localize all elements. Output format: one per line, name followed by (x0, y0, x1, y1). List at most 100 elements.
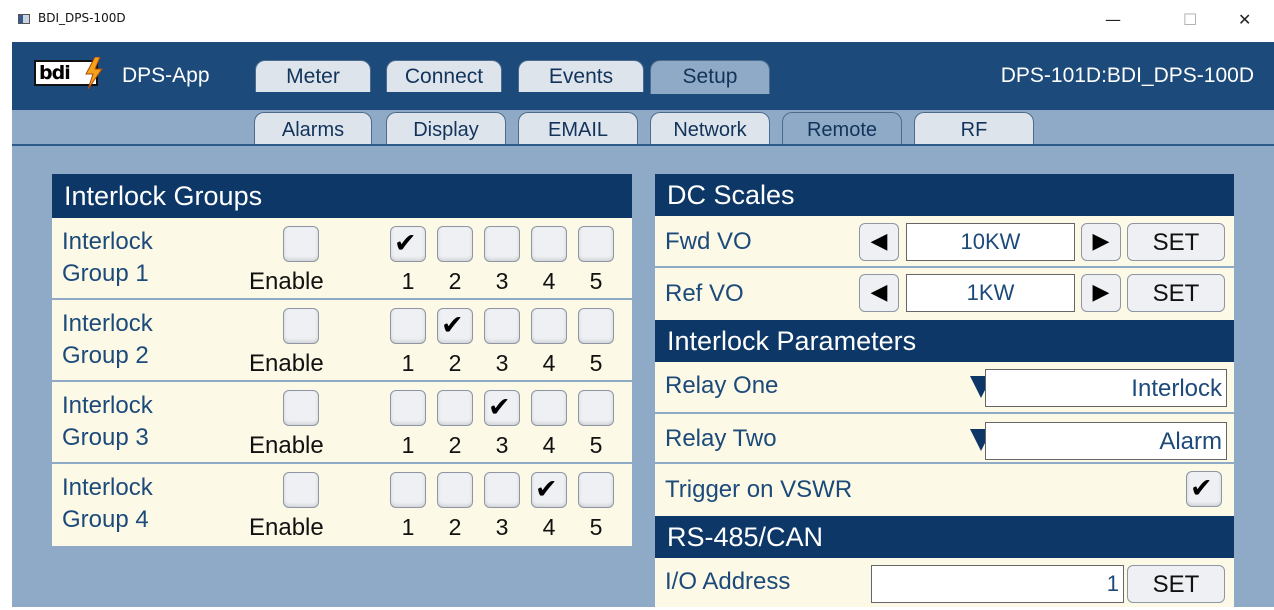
enable-label: Enable (249, 350, 324, 377)
subtab-remote[interactable]: Remote (782, 112, 902, 144)
interlock-parameters-title: Interlock Parameters (655, 320, 1234, 362)
rs485-can-title: RS-485/CAN (655, 516, 1234, 558)
ref-vo-set-button[interactable]: SET (1127, 274, 1225, 312)
interlock-member-checkbox-5[interactable] (578, 308, 614, 344)
device-name: DPS-101D:BDI_DPS-100D (1000, 64, 1254, 87)
subtab-display[interactable]: Display (386, 112, 506, 144)
interlock-member-checkbox-5[interactable] (578, 390, 614, 426)
io-address-set-button[interactable]: SET (1127, 565, 1225, 603)
dc-scales-title: DC Scales (655, 174, 1234, 216)
fwd-vo-row: Fwd VO ◀ 10KW ▶ SET (655, 216, 1234, 268)
relay-one-select[interactable]: Interlock (985, 369, 1227, 407)
relay-two-select[interactable]: Alarm (985, 422, 1227, 460)
interlock-member-number: 5 (589, 350, 603, 376)
interlock-member-checkbox-2[interactable] (437, 390, 473, 426)
tab-connect[interactable]: Connect (386, 60, 502, 92)
trigger-vswr-checkbox[interactable]: ✔ (1186, 471, 1222, 507)
interlock-member-checkbox-1[interactable] (390, 308, 426, 344)
check-icon: ✔ (394, 228, 417, 259)
interlock-member-checkbox-1[interactable] (390, 390, 426, 426)
subtab-alarms[interactable]: Alarms (254, 112, 372, 144)
interlock-member-checkbox-5[interactable] (578, 472, 614, 508)
interlock-member-checkbox-3[interactable] (484, 308, 520, 344)
interlock-member-number: 5 (589, 514, 603, 540)
interlock-member-checkbox-3[interactable] (484, 226, 520, 262)
interlock-member-number: 4 (542, 432, 556, 458)
tab-setup[interactable]: Setup (650, 60, 770, 94)
interlock-member-checkbox-4[interactable]: ✔ (531, 472, 567, 508)
sub-navigation: Alarms Display EMAIL Network Remote RF (12, 110, 1274, 146)
interlock-group-row: Interlock Group 1 Enable ✔ 1 2 3 4 5 (52, 218, 632, 300)
interlock-member-checkbox-1[interactable] (390, 472, 426, 508)
interlock-member-number: 1 (401, 514, 415, 540)
interlock-member-checkbox-3[interactable] (484, 472, 520, 508)
interlock-member-checkbox-1[interactable]: ✔ (390, 226, 426, 262)
content-area: Interlock Groups Interlock Group 1 Enable ✔… (12, 146, 1274, 607)
io-address-label: I/O Address (665, 568, 791, 595)
maximize-icon[interactable]: ☐ (1183, 6, 1197, 34)
fwd-vo-increase-button[interactable]: ▶ (1081, 223, 1121, 261)
interlock-group-enable-checkbox[interactable] (283, 390, 319, 426)
ref-vo-decrease-button[interactable]: ◀ (859, 274, 899, 312)
interlock-member-number: 5 (589, 268, 603, 294)
interlock-group-row: Interlock Group 3 Enable 1 2 ✔ 3 4 5 (52, 382, 632, 464)
interlock-member-number: 1 (401, 350, 415, 376)
fwd-vo-decrease-button[interactable]: ◀ (859, 223, 899, 261)
subtab-network[interactable]: Network (650, 112, 770, 144)
interlock-member-checkbox-2[interactable] (437, 226, 473, 262)
interlock-member-checkbox-4[interactable] (531, 308, 567, 344)
interlock-member-checkbox-4[interactable] (531, 226, 567, 262)
interlock-group-enable-checkbox[interactable] (283, 308, 319, 344)
interlock-member-checkbox-5[interactable] (578, 226, 614, 262)
app-name: DPS-App (122, 64, 210, 87)
interlock-member-number: 2 (448, 432, 462, 458)
interlock-member-number: 2 (448, 514, 462, 540)
interlock-groups-title: Interlock Groups (52, 174, 632, 218)
check-icon: ✔ (488, 392, 511, 423)
interlock-group-enable-checkbox[interactable] (283, 472, 319, 508)
interlock-member-number: 3 (495, 432, 509, 458)
window-titlebar: BDI_DPS-100D — ☐ ✕ (0, 0, 1274, 42)
interlock-member-number: 2 (448, 350, 462, 376)
subtab-rf[interactable]: RF (914, 112, 1034, 144)
interlock-groups-panel: Interlock Groups Interlock Group 1 Enable ✔… (52, 174, 632, 546)
interlock-group-row: Interlock Group 4 Enable 1 2 3 ✔ 4 5 (52, 464, 632, 546)
interlock-member-number: 4 (542, 514, 556, 540)
interlock-member-number: 4 (542, 268, 556, 294)
close-icon[interactable]: ✕ (1238, 6, 1251, 34)
tab-meter[interactable]: Meter (255, 60, 371, 92)
fwd-vo-set-button[interactable]: SET (1127, 223, 1225, 261)
interlock-member-number: 3 (495, 350, 509, 376)
ref-vo-row: Ref VO ◀ 1KW ▶ SET (655, 268, 1234, 320)
relay-one-row: Relay One Interlock (655, 362, 1234, 414)
enable-label: Enable (249, 268, 324, 295)
enable-label: Enable (249, 514, 324, 541)
check-icon: ✔ (441, 310, 464, 341)
lightning-bolt-icon (85, 57, 103, 89)
interlock-member-checkbox-2[interactable]: ✔ (437, 308, 473, 344)
interlock-group-label-line2: Group 2 (62, 342, 149, 369)
ref-vo-label: Ref VO (665, 280, 744, 307)
ref-vo-increase-button[interactable]: ▶ (1081, 274, 1121, 312)
io-address-input[interactable]: 1 (871, 565, 1124, 603)
relay-two-row: Relay Two Alarm (655, 414, 1234, 464)
interlock-group-label-line2: Group 1 (62, 260, 149, 287)
interlock-group-enable-checkbox[interactable] (283, 226, 319, 262)
io-address-row: I/O Address 1 SET (655, 558, 1234, 610)
interlock-group-label-line1: Interlock (62, 310, 153, 337)
ref-vo-value: 1KW (906, 274, 1075, 312)
app-window-icon (18, 14, 30, 24)
tab-events[interactable]: Events (518, 60, 644, 92)
subtab-email[interactable]: EMAIL (518, 112, 638, 144)
interlock-member-checkbox-3[interactable]: ✔ (484, 390, 520, 426)
trigger-vswr-label: Trigger on VSWR (665, 476, 853, 503)
minimize-icon[interactable]: — (1105, 6, 1121, 34)
relay-two-label: Relay Two (665, 425, 777, 452)
interlock-member-number: 4 (542, 350, 556, 376)
interlock-member-checkbox-4[interactable] (531, 390, 567, 426)
trigger-vswr-row: Trigger on VSWR ✔ (655, 464, 1234, 516)
interlock-member-checkbox-2[interactable] (437, 472, 473, 508)
top-navigation: bdi DPS-App Meter Connect Events Setup D… (12, 42, 1274, 110)
interlock-group-label-line1: Interlock (62, 392, 153, 419)
interlock-group-label-line1: Interlock (62, 228, 153, 255)
